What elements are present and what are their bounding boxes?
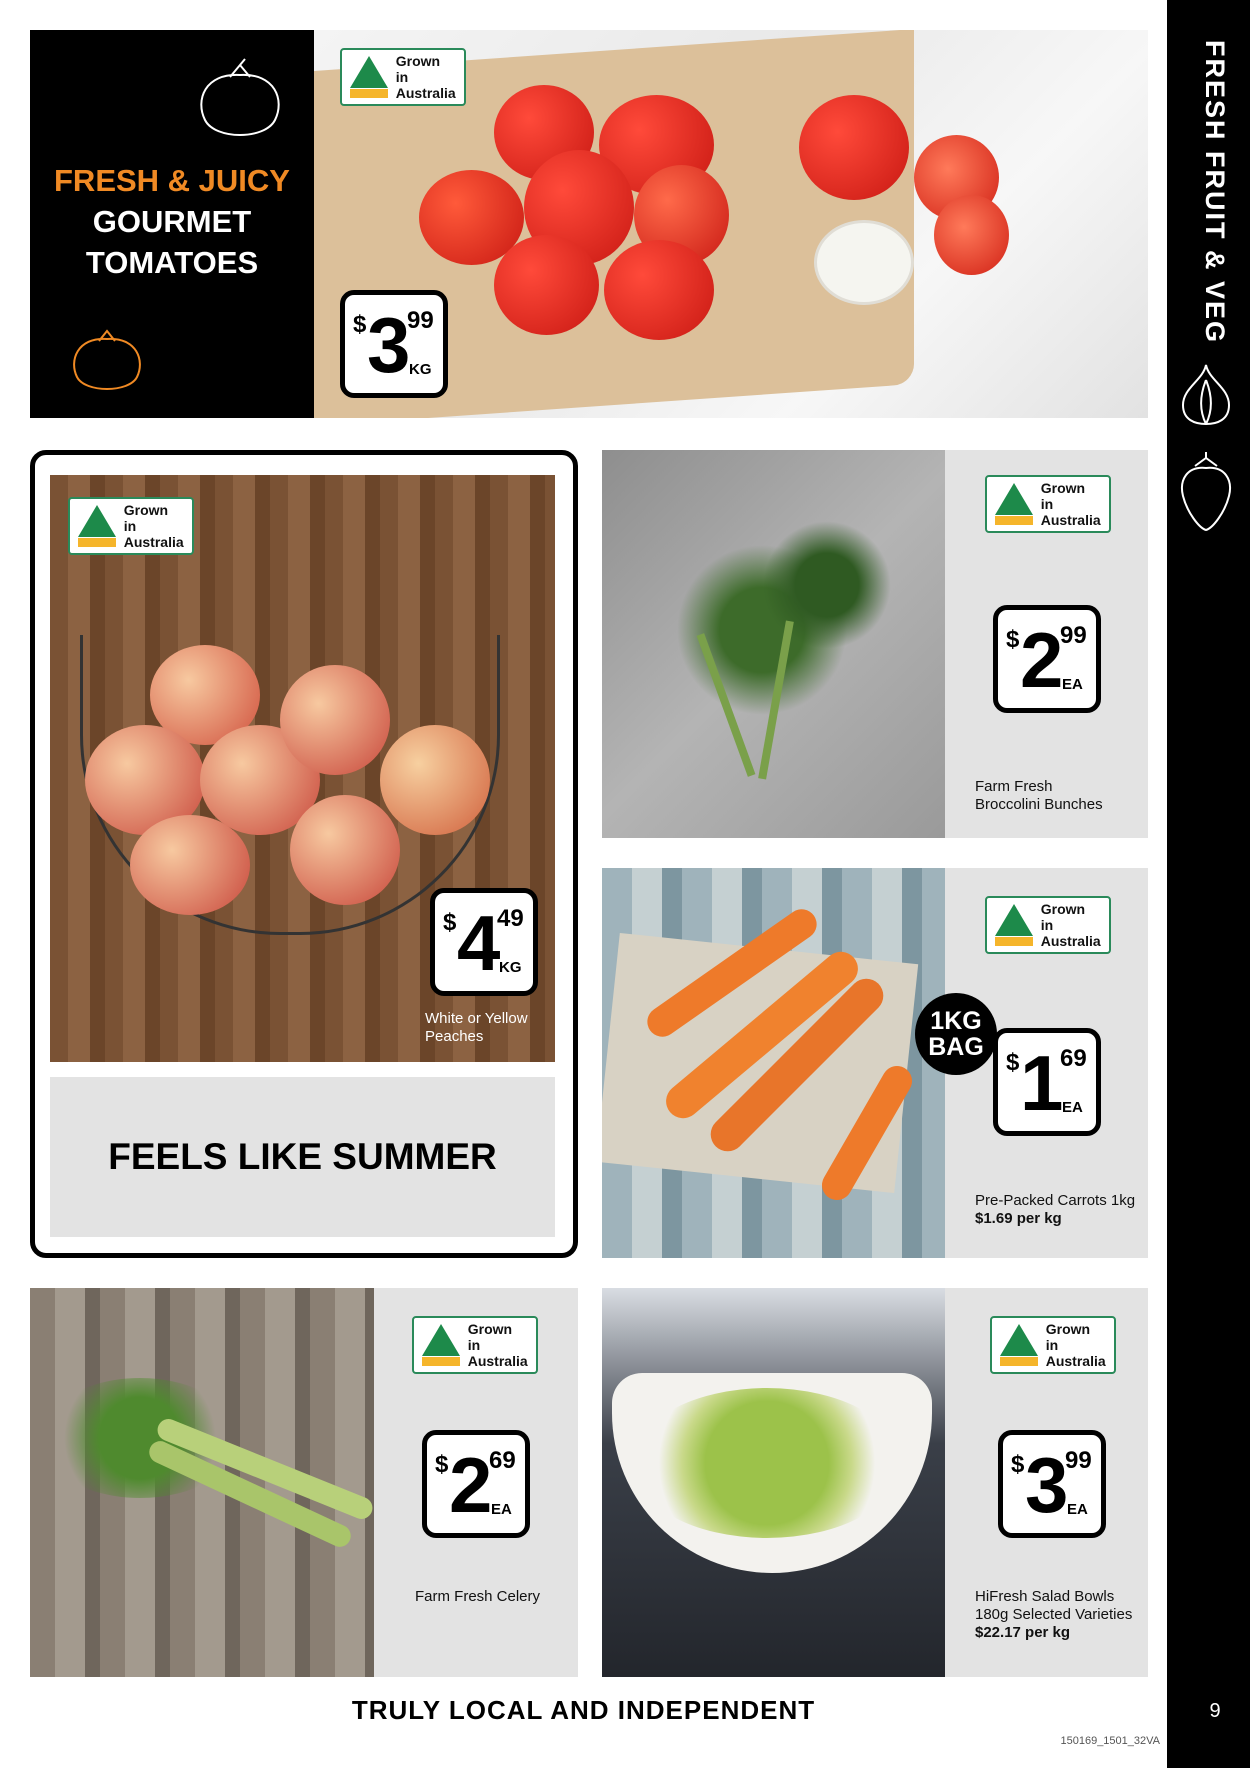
price-tag-peaches: $4 49 KG bbox=[430, 888, 538, 996]
price-unit: KG bbox=[409, 361, 432, 378]
australian-made-logo-icon bbox=[350, 56, 388, 98]
grown-in-australia-badge: Grown in Australia bbox=[412, 1316, 538, 1374]
price-dollar: $ bbox=[443, 909, 457, 936]
price-tag-celery: $2 69 EA bbox=[422, 1430, 530, 1538]
price-dollar: $ bbox=[1011, 1451, 1025, 1478]
grown-in-australia-badge: Grown in Australia bbox=[985, 896, 1111, 954]
price-cents: 99 bbox=[407, 307, 434, 334]
desc-line2: 180g Selected Varieties bbox=[975, 1606, 1133, 1623]
grown-in-australia-badge: Grown in Australia bbox=[340, 48, 466, 106]
headline-line2: GOURMET bbox=[92, 204, 252, 239]
strawberry-icon bbox=[1181, 452, 1231, 532]
badge-line2: Australia bbox=[395, 85, 456, 101]
price-unit: EA bbox=[491, 1501, 512, 1518]
price-unit: KG bbox=[499, 959, 522, 976]
salad-image bbox=[602, 1288, 945, 1677]
badge-line1: Grown in bbox=[123, 502, 169, 534]
australian-made-logo-icon bbox=[995, 483, 1033, 525]
australian-made-logo-icon bbox=[78, 505, 116, 547]
tomato-outline-orange-icon bbox=[73, 329, 141, 390]
footer-tagline: TRULY LOCAL AND INDEPENDENT bbox=[351, 1695, 816, 1725]
australian-made-logo-icon bbox=[422, 1324, 460, 1366]
price-tag-salad: $3 99 EA bbox=[998, 1430, 1106, 1538]
price-tag-carrots: $1 69 EA bbox=[993, 1028, 1101, 1136]
grown-in-australia-badge: Grown in Australia bbox=[990, 1316, 1116, 1374]
australian-made-logo-icon bbox=[1000, 1324, 1038, 1366]
hero-headline: FRESH & JUICY GOURMET TOMATOES bbox=[30, 160, 314, 283]
australian-made-logo-icon bbox=[995, 904, 1033, 946]
price-whole: 2 bbox=[1020, 616, 1064, 704]
grown-in-australia-badge: Grown in Australia bbox=[985, 475, 1111, 533]
catalogue-code: 150169_1501_32VA bbox=[1060, 1735, 1160, 1747]
desc-line1: Pre-Packed Carrots 1kg bbox=[975, 1192, 1136, 1209]
grown-in-australia-badge: Grown in Australia bbox=[68, 497, 194, 555]
price-dollar: $ bbox=[1006, 1049, 1020, 1076]
tomato-outline-icon bbox=[200, 58, 280, 136]
garlic-icon bbox=[1181, 364, 1231, 426]
price-whole: 2 bbox=[449, 1441, 493, 1529]
price-cents: 69 bbox=[1060, 1045, 1087, 1072]
price-whole: 1 bbox=[1020, 1039, 1064, 1127]
price-whole: 4 bbox=[457, 899, 501, 987]
broccolini-description: Farm Fresh Broccolini Bunches bbox=[975, 778, 1103, 814]
price-dollar: $ bbox=[435, 1451, 449, 1478]
1kg-bag-badge: 1KG BAG bbox=[915, 993, 997, 1075]
headline-line3: TOMATOES bbox=[85, 245, 259, 280]
badge-line1: Grown in bbox=[1040, 480, 1086, 512]
badge-line2: Australia bbox=[1045, 1353, 1106, 1369]
price-whole: 3 bbox=[1025, 1441, 1069, 1529]
badge-line2: Australia bbox=[467, 1353, 528, 1369]
desc-line1: Farm Fresh bbox=[975, 778, 1053, 795]
peaches-description: White or Yellow Peaches bbox=[425, 1010, 528, 1046]
price-tag-broccolini: $2 99 EA bbox=[993, 605, 1101, 713]
badge-line1: Grown in bbox=[1040, 901, 1086, 933]
desc-line1: HiFresh Salad Bowls bbox=[975, 1588, 1115, 1605]
price-tag-tomatoes: $3 99 KG bbox=[340, 290, 448, 398]
price-unit: EA bbox=[1062, 1099, 1083, 1116]
desc-line2: Broccolini Bunches bbox=[975, 796, 1103, 813]
badge-line2: Australia bbox=[1040, 933, 1101, 949]
summer-banner: FEELS LIKE SUMMER bbox=[50, 1077, 555, 1237]
carrots-description: Pre-Packed Carrots 1kg $1.69 per kg bbox=[975, 1192, 1135, 1228]
desc-line2: Peaches bbox=[425, 1028, 484, 1045]
price-cents: 49 bbox=[497, 905, 524, 932]
bag-line2: BAG bbox=[928, 1033, 984, 1061]
price-cents: 69 bbox=[489, 1447, 516, 1474]
price-whole: 3 bbox=[367, 301, 411, 389]
badge-line2: Australia bbox=[123, 534, 184, 550]
price-cents: 99 bbox=[1060, 622, 1087, 649]
price-dollar: $ bbox=[353, 311, 367, 338]
desc-line1: White or Yellow bbox=[425, 1010, 528, 1027]
badge-line1: Grown in bbox=[467, 1321, 513, 1353]
carrots-image bbox=[602, 868, 945, 1258]
page-number: 9 bbox=[1209, 1700, 1221, 1722]
badge-line1: Grown in bbox=[395, 53, 441, 85]
price-dollar: $ bbox=[1006, 626, 1020, 653]
headline-line1: FRESH & JUICY bbox=[54, 163, 290, 198]
salad-description: HiFresh Salad Bowls 180g Selected Varieti… bbox=[975, 1588, 1132, 1642]
badge-line1: Grown in bbox=[1045, 1321, 1091, 1353]
price-unit: EA bbox=[1062, 676, 1083, 693]
price-unit: EA bbox=[1067, 1501, 1088, 1518]
desc-price-per-kg: $22.17 per kg bbox=[975, 1624, 1071, 1641]
section-title: FRESH FRUIT & VEG bbox=[1200, 40, 1230, 345]
badge-line2: Australia bbox=[1040, 512, 1101, 528]
celery-description: Farm Fresh Celery bbox=[415, 1588, 541, 1605]
celery-image bbox=[30, 1288, 374, 1677]
desc-price-per-kg: $1.69 per kg bbox=[975, 1210, 1062, 1227]
price-cents: 99 bbox=[1065, 1447, 1092, 1474]
broccolini-image bbox=[602, 450, 945, 838]
bag-line1: 1KG bbox=[930, 1007, 982, 1035]
